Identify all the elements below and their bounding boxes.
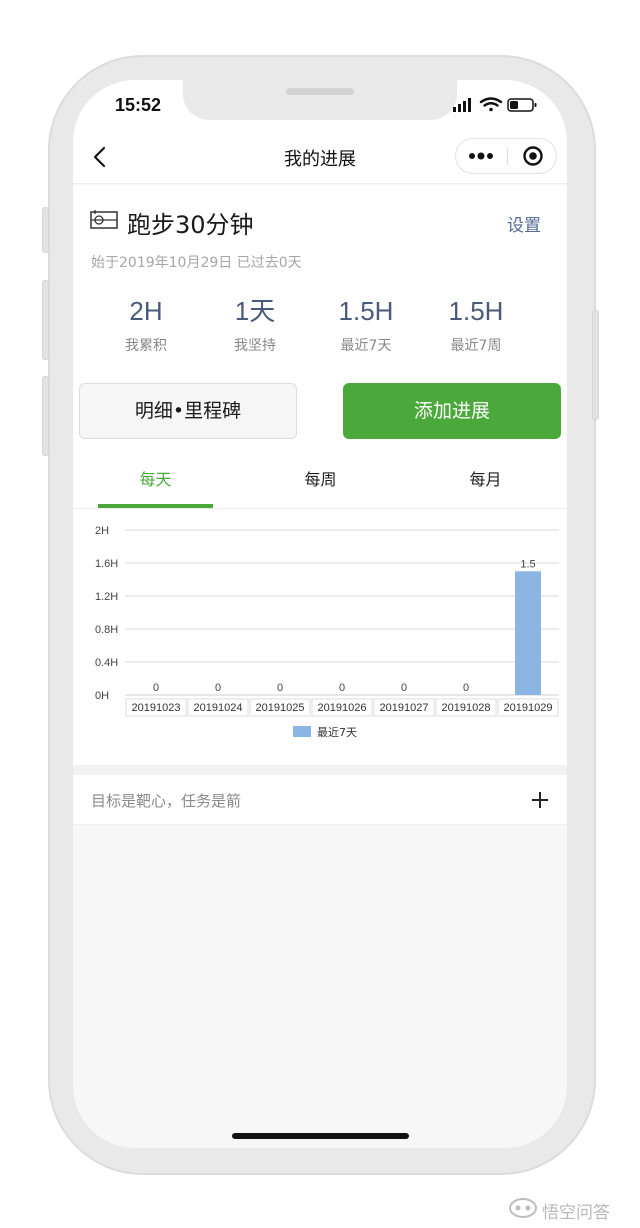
side-button-volume-up <box>42 280 49 360</box>
settings-link[interactable]: 设置 <box>507 211 541 236</box>
close-miniprogram-icon[interactable] <box>508 139 556 173</box>
side-button-volume-down <box>42 376 49 456</box>
stat-value: 2H <box>129 296 163 326</box>
add-progress-button[interactable]: 添加进展 <box>343 383 561 439</box>
status-bar: 15:52 <box>73 80 567 130</box>
motto-row[interactable]: 目标是靶心，任务是箭 <box>73 775 567 825</box>
notch-speaker <box>286 88 354 95</box>
y-tick-label: 0.8H <box>95 624 118 636</box>
y-tick-label: 1.2H <box>95 591 118 603</box>
legend-label: 最近7天 <box>317 726 357 739</box>
motto-text: 目标是靶心，任务是箭 <box>91 792 242 810</box>
y-tick-label: 1.6H <box>95 558 118 570</box>
status-time: 15:52 <box>115 95 162 115</box>
stats-row: 2H 我累积 1天 我坚持 1.5H 最近7天 1.5H 最近7周 <box>91 293 551 363</box>
progress-chart: 0H 0.4H 0.8H 1.2H 1.6H 2H 20191023 20191024 2019… <box>73 510 567 760</box>
x-tick-label: 20191028 <box>442 702 491 714</box>
wukong-logo-icon <box>509 1198 537 1218</box>
x-tick-label: 20191027 <box>380 702 429 714</box>
data-label: 0 <box>153 682 159 694</box>
miniprogram-capsule <box>455 138 557 174</box>
signal-icon <box>453 98 471 112</box>
bar-chart: 0H 0.4H 0.8H 1.2H 1.6H 2H 20191023 20191024 2019… <box>95 525 559 739</box>
tab-daily[interactable]: 每天 <box>98 455 213 509</box>
x-tick-label: 20191025 <box>256 702 305 714</box>
nav-bar: 我的进展 <box>73 130 567 184</box>
watermark: 悟空问答 <box>508 1196 638 1223</box>
stat-label: 最近7天 <box>340 338 392 354</box>
stat-value: 1.5H <box>448 296 504 326</box>
x-tick-label: 20191024 <box>194 702 243 714</box>
stat-last-7-days: 1.5H 最近7天 <box>311 293 421 355</box>
goal-start-info: 始于2019年10月29日 已过去0天 <box>91 255 302 271</box>
active-tab-indicator <box>98 504 213 508</box>
plus-icon[interactable] <box>530 790 550 810</box>
stat-streak: 1天 我坚持 <box>200 293 310 355</box>
legend-swatch <box>293 726 311 737</box>
data-label: 0 <box>277 682 283 694</box>
tab-weekly[interactable]: 每周 <box>263 455 378 509</box>
stat-last-7-weeks: 1.5H 最近7周 <box>421 293 531 355</box>
period-tabs: 每天 每周 每月 <box>73 455 567 509</box>
data-label: 1.5 <box>520 558 535 570</box>
stat-value: 1天 <box>234 296 276 326</box>
x-tick-label: 20191029 <box>504 702 553 714</box>
x-tick-label: 20191026 <box>318 702 367 714</box>
tab-monthly[interactable]: 每月 <box>428 455 543 509</box>
stat-total: 2H 我累积 <box>91 293 201 355</box>
data-label: 0 <box>401 682 407 694</box>
y-tick-label: 0.4H <box>95 657 118 669</box>
detail-milestone-button[interactable]: 明细•里程碑 <box>79 383 297 439</box>
status-icons <box>453 97 537 112</box>
goal-flag-icon <box>90 210 118 229</box>
bar <box>515 571 541 695</box>
battery-icon <box>507 98 537 112</box>
wifi-icon <box>479 97 503 112</box>
watermark-text: 悟空问答 <box>542 1203 610 1223</box>
home-indicator[interactable] <box>232 1133 409 1139</box>
data-label: 0 <box>463 682 469 694</box>
goal-title: 跑步30分钟 <box>127 211 254 239</box>
stat-value: 1.5H <box>338 296 394 326</box>
notch <box>183 80 457 120</box>
more-icon[interactable] <box>456 139 506 173</box>
y-tick-label: 2H <box>95 525 109 537</box>
data-label: 0 <box>215 682 221 694</box>
stat-label: 我累积 <box>125 338 167 354</box>
side-button-power <box>592 310 599 420</box>
x-tick-label: 20191023 <box>132 702 181 714</box>
stat-label: 我坚持 <box>234 338 276 354</box>
data-label: 0 <box>339 682 345 694</box>
side-button-silent <box>42 207 49 253</box>
progress-panel: 跑步30分钟 设置 始于2019年10月29日 已过去0天 2H 我累积 1天 … <box>73 185 567 765</box>
phone-screen: 15:52 我的进展 跑步30分钟 设置 始于2019年10月29日 已过去0天… <box>73 80 567 1148</box>
y-tick-label: 0H <box>95 690 109 702</box>
section-divider <box>73 765 567 775</box>
stat-label: 最近7周 <box>450 338 502 354</box>
